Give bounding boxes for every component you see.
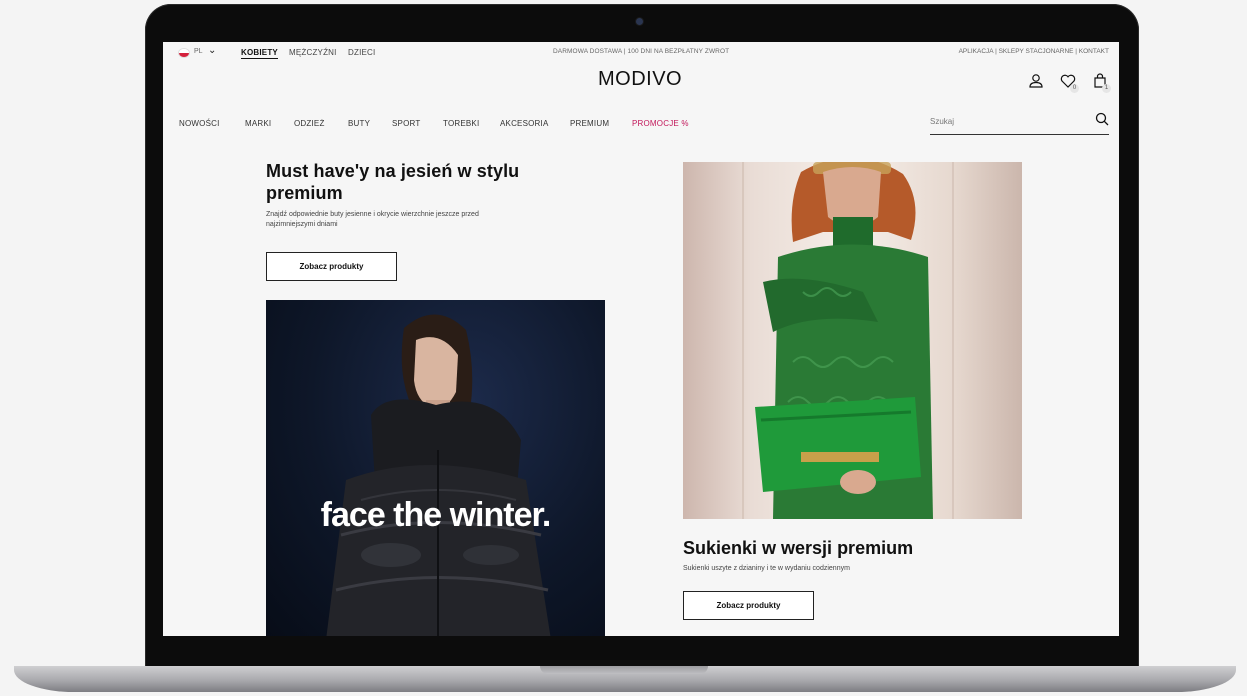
search-icon[interactable] [1095, 112, 1109, 131]
language-selector[interactable]: PL [194, 48, 203, 55]
left-promo-title: Must have'y na jesień w stylu premium [266, 161, 520, 203]
wishlist-count-badge: 0 [1070, 84, 1079, 93]
nav-item-buty[interactable]: BUTY [348, 119, 370, 128]
nav-item-akcesoria[interactable]: AKCESORIA [500, 119, 548, 128]
tab-women[interactable]: KOBIETY [241, 48, 278, 59]
left-see-products-button[interactable]: Zobacz produkty [266, 252, 397, 281]
promo-banner: DARMOWA DOSTAWA | 100 DNI NA BEZPŁATNY Z… [553, 48, 730, 55]
right-see-products-button[interactable]: Zobacz produkty [683, 591, 814, 620]
header-icons: 0 1 [1027, 72, 1111, 93]
cart-icon[interactable]: 1 [1091, 72, 1111, 93]
top-links[interactable]: APLIKACJA | SKLEPY STACJONARNE | KONTAKT [959, 48, 1109, 55]
right-promo-subtitle: Sukienki uszyte z dzianiny i te w wydani… [683, 565, 850, 572]
laptop-notch [540, 666, 708, 674]
left-promo-header: Must have'y na jesień w stylu premium Zn… [266, 160, 566, 230]
right-promo-title: Sukienki w wersji premium [683, 538, 914, 558]
tab-men[interactable]: MĘŻCZYŹNI [289, 48, 337, 57]
wishlist-icon[interactable]: 0 [1059, 72, 1079, 93]
nav-item-sport[interactable]: SPORT [392, 119, 420, 128]
nav-item-torebki[interactable]: TOREBKI [443, 119, 479, 128]
poland-flag-icon[interactable] [179, 49, 189, 57]
cart-count-badge: 1 [1102, 84, 1111, 93]
tab-kids[interactable]: DZIECI [348, 48, 375, 57]
winter-slogan: face the winter. [320, 496, 552, 534]
search-box [930, 110, 1109, 135]
model-green-dress-illustration [742, 162, 954, 519]
nav-item-promocje[interactable]: PROMOCJE % [632, 119, 689, 128]
nav-item-marki[interactable]: MARKI [245, 119, 271, 128]
account-icon[interactable] [1027, 72, 1045, 90]
nav-item-premium[interactable]: PREMIUM [570, 119, 609, 128]
search-input[interactable] [930, 110, 1080, 132]
left-promo-subtitle: Znajdź odpowiednie buty jesienne i okryc… [266, 211, 479, 228]
logo[interactable]: MODIVO [598, 68, 682, 91]
camera-icon [636, 18, 643, 25]
winter-jacket-image[interactable]: face the winter. [266, 300, 605, 636]
green-dress-image[interactable] [683, 162, 1022, 519]
top-bar: PL ⌄ KOBIETY MĘŻCZYŹNI DZIECI DARMOWA DO… [163, 42, 1119, 64]
chevron-down-icon[interactable]: ⌄ [208, 45, 216, 56]
model-puffer-jacket-illustration [326, 314, 551, 636]
nav-item-odziez[interactable]: ODZIEŻ [294, 119, 325, 128]
screen: PL ⌄ KOBIETY MĘŻCZYŹNI DZIECI DARMOWA DO… [163, 42, 1119, 636]
nav-item-nowosci[interactable]: NOWOŚCI [179, 119, 220, 128]
